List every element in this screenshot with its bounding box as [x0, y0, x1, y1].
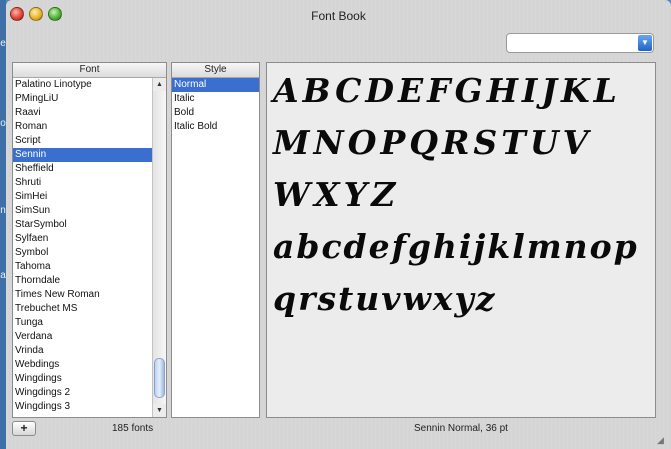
font-list-item[interactable]: Verdana: [13, 330, 152, 344]
preview-uppercase-line-3: WXYZ: [273, 175, 400, 214]
font-list-item[interactable]: Vrinda: [13, 344, 152, 358]
font-preview-pane: ABCDEFGHIJKL MNOPQRSTUV WXYZ abcdefghijk…: [266, 62, 656, 418]
font-list-item[interactable]: Wingdings 2: [13, 386, 152, 400]
font-count: 185 fonts: [112, 423, 154, 434]
font-list-item[interactable]: Script: [13, 134, 152, 148]
font-column-header[interactable]: Font: [13, 63, 166, 78]
add-font-button[interactable]: +: [12, 421, 36, 436]
font-list-item[interactable]: Roman: [13, 120, 152, 134]
font-list-item[interactable]: Thorndale: [13, 274, 152, 288]
font-list-item[interactable]: Wingdings: [13, 372, 152, 386]
font-list-scrollbar[interactable]: ▲ ▼: [152, 78, 166, 417]
font-book-window: Font Book ▼ Font Palatino Linotype PMingL…: [6, 0, 671, 449]
arrow-up-icon[interactable]: ▲: [153, 78, 166, 91]
chevron-down-icon[interactable]: ▼: [638, 35, 652, 51]
font-list-item[interactable]: PMingLiU: [13, 92, 152, 106]
font-list-item[interactable]: SimHei: [13, 190, 152, 204]
font-list-item[interactable]: Tahoma: [13, 260, 152, 274]
bottom-bar: + 185 fonts Sennin Normal, 36 pt ◢: [6, 418, 671, 449]
preview-uppercase-line-1: ABCDEFGHIJKL: [273, 71, 621, 110]
font-list-item[interactable]: Sheffield: [13, 162, 152, 176]
font-list-item[interactable]: Raavi: [13, 106, 152, 120]
style-list-item[interactable]: Normal: [172, 78, 259, 92]
style-column-header[interactable]: Style: [172, 63, 259, 78]
preview-lowercase-line-2: qrstuvwxyz: [273, 279, 497, 318]
font-list-item[interactable]: Trebuchet MS: [13, 302, 152, 316]
preview-uppercase-line-2: MNOPQRSTUV: [273, 123, 593, 162]
resize-grip-icon[interactable]: ◢: [657, 435, 667, 445]
style-list: Normal Italic Bold Italic Bold: [172, 78, 259, 134]
preview-lowercase-line-1: abcdefghijklmnop: [273, 227, 639, 266]
font-list-item[interactable]: Palatino Linotype: [13, 78, 152, 92]
style-list-item[interactable]: Italic: [172, 92, 259, 106]
font-list: Palatino Linotype PMingLiU Raavi Roman Scrip…: [13, 78, 152, 414]
window-title: Font Book: [311, 9, 366, 23]
font-list-item[interactable]: Times New Roman: [13, 288, 152, 302]
font-list-pane: Font Palatino Linotype PMingLiU Raavi Roman…: [12, 62, 167, 418]
font-list-item[interactable]: Shruti: [13, 176, 152, 190]
search-combo[interactable]: ▼: [506, 33, 654, 53]
font-list-item[interactable]: Webdings: [13, 358, 152, 372]
font-list-item[interactable]: Tunga: [13, 316, 152, 330]
font-list-item[interactable]: Sennin: [13, 148, 152, 162]
font-list-item[interactable]: Symbol: [13, 246, 152, 260]
font-list-item[interactable]: StarSymbol: [13, 218, 152, 232]
style-list-pane: Style Normal Italic Bold Italic Bold: [171, 62, 260, 418]
font-list-item[interactable]: Sylfaen: [13, 232, 152, 246]
style-list-item[interactable]: Bold: [172, 106, 259, 120]
style-list-item[interactable]: Italic Bold: [172, 120, 259, 134]
title-bar[interactable]: Font Book: [6, 0, 671, 32]
arrow-down-icon[interactable]: ▼: [153, 404, 166, 417]
font-list-item[interactable]: SimSun: [13, 204, 152, 218]
font-list-item[interactable]: Wingdings 3: [13, 400, 152, 414]
scrollbar-thumb[interactable]: [154, 358, 165, 398]
preview-status: Sennin Normal, 36 pt: [414, 423, 508, 434]
